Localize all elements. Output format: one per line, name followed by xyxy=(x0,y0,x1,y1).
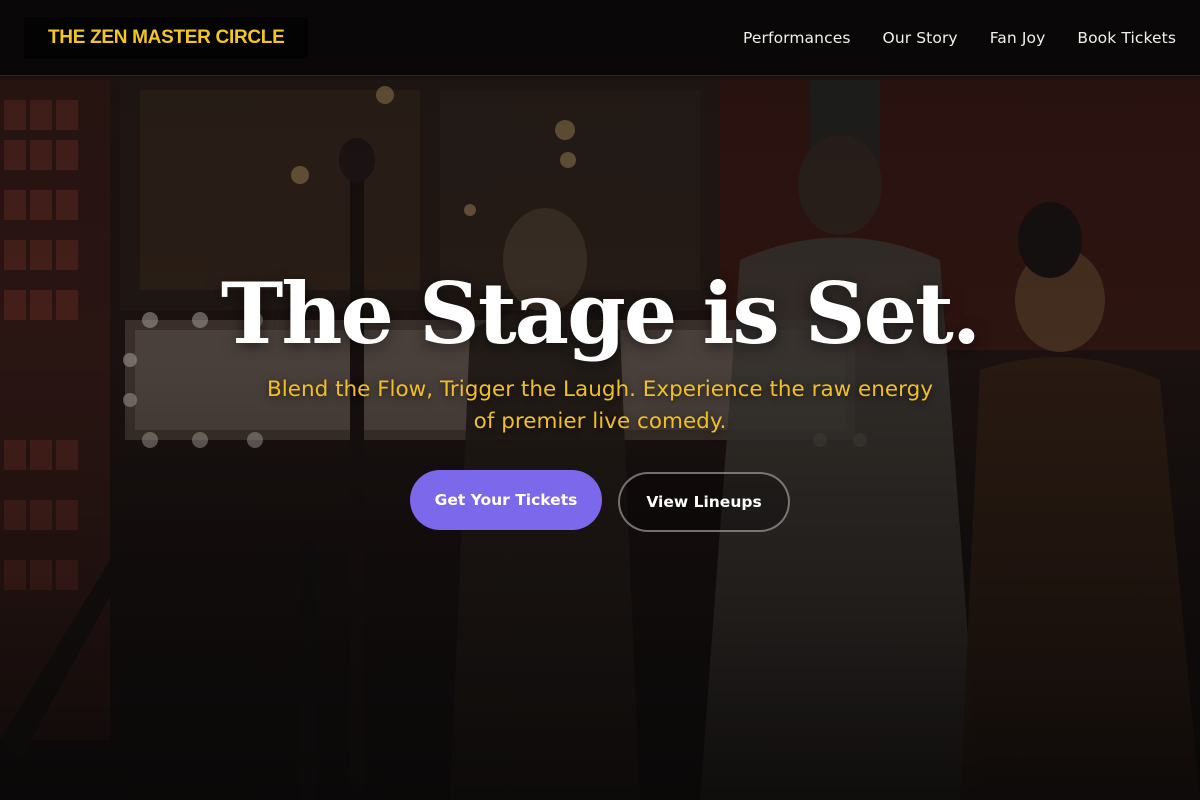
get-tickets-button[interactable]: Get Your Tickets xyxy=(410,470,602,531)
hero-title: The Stage is Set. xyxy=(220,264,981,363)
hero-section: The Stage is Set. Blend the Flow, Trigge… xyxy=(0,264,1200,533)
brand-logo-link[interactable]: THE ZEN MASTER CIRCLE xyxy=(24,16,309,59)
nav-link-fan-joy[interactable]: Fan Joy xyxy=(990,29,1046,47)
nav-link-our-story[interactable]: Our Story xyxy=(883,29,958,47)
view-lineups-button[interactable]: View Lineups xyxy=(618,472,790,533)
hero-subtitle: Blend the Flow, Trigger the Laugh. Exper… xyxy=(267,377,933,435)
hero-actions: Get Your Tickets View Lineups xyxy=(0,470,1200,533)
primary-nav: Performances Our Story Fan Joy Book Tick… xyxy=(743,29,1176,47)
nav-link-book-tickets[interactable]: Book Tickets xyxy=(1077,29,1176,47)
site-navbar: THE ZEN MASTER CIRCLE Performances Our S… xyxy=(0,0,1200,76)
nav-link-performances[interactable]: Performances xyxy=(743,29,851,47)
